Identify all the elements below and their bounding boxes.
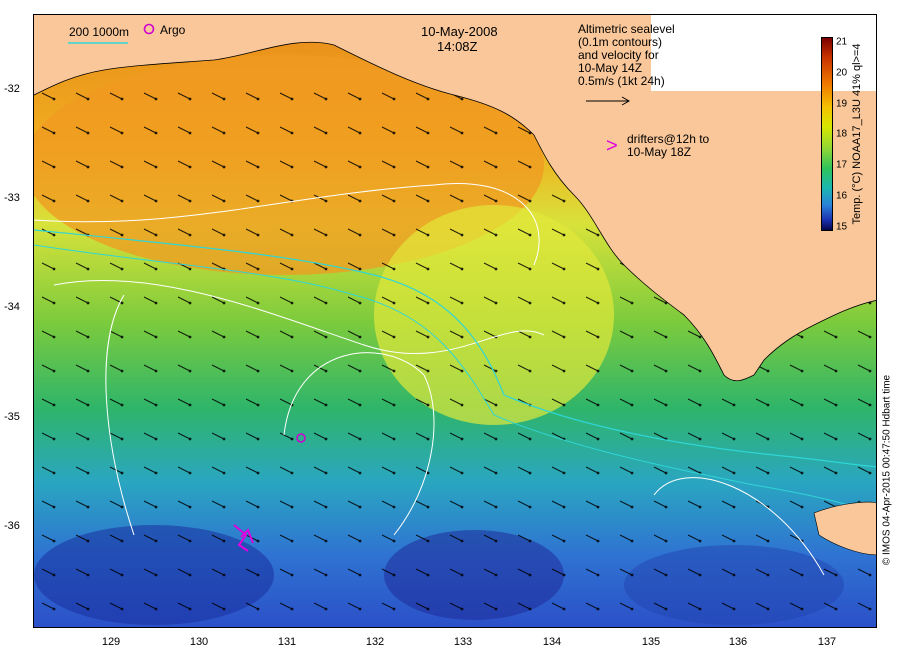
- map-plot: [33, 14, 877, 628]
- colorbar: [821, 37, 833, 231]
- drifter-line-2: 10-May 18Z: [627, 145, 692, 159]
- colorbar-label: 16: [836, 190, 848, 202]
- x-tick-label: 137: [817, 636, 837, 648]
- x-tick-label: 129: [101, 636, 121, 648]
- colorbar-label: 19: [836, 98, 848, 110]
- x-tick-label: 133: [453, 636, 473, 648]
- velocity-scale-arrow-icon: [586, 96, 631, 106]
- y-tick-label: -32: [4, 83, 20, 95]
- x-tick-label: 132: [365, 636, 385, 648]
- altimetry-line-5: 0.5m/s (1kt 24h): [578, 74, 665, 88]
- credit-text: © IMOS 04-Apr-2015 00:47:50 Hdbart time: [881, 374, 893, 566]
- argo-icon: [143, 23, 155, 35]
- x-tick-label: 130: [189, 636, 209, 648]
- colorbar-title: Temp. (°C) NOAA17_L3U 41% ql>=4: [851, 43, 863, 225]
- x-tick-label: 136: [728, 636, 748, 648]
- x-tick-label: 131: [277, 636, 297, 648]
- y-tick-label: -34: [4, 301, 20, 313]
- legend-panel: [651, 15, 876, 91]
- contour-legend: 200 1000m: [69, 26, 129, 39]
- x-tick-label: 134: [542, 636, 562, 648]
- map-time: 14:08Z: [437, 39, 478, 54]
- isobath-legend-line: [68, 42, 128, 44]
- altimetry-legend: Altimetric sealevel (0.1m contours) and …: [578, 23, 675, 88]
- colorbar-label: 17: [836, 159, 848, 171]
- colorbar-label: 18: [836, 128, 848, 140]
- colorbar-label: 15: [836, 221, 848, 233]
- sst-map: [34, 15, 876, 627]
- argo-label: Argo: [160, 23, 186, 37]
- y-tick-label: -33: [4, 192, 20, 204]
- contour-depths-label: 200 1000m: [69, 25, 130, 39]
- x-tick-label: 135: [641, 636, 661, 648]
- drifter-icon: >: [606, 135, 618, 157]
- y-tick-label: -36: [4, 520, 20, 532]
- colorbar-label: 21: [836, 36, 848, 48]
- colorbar-label: 20: [836, 67, 848, 79]
- map-date: 10-May-2008: [421, 24, 498, 39]
- y-tick-label: -35: [4, 411, 20, 423]
